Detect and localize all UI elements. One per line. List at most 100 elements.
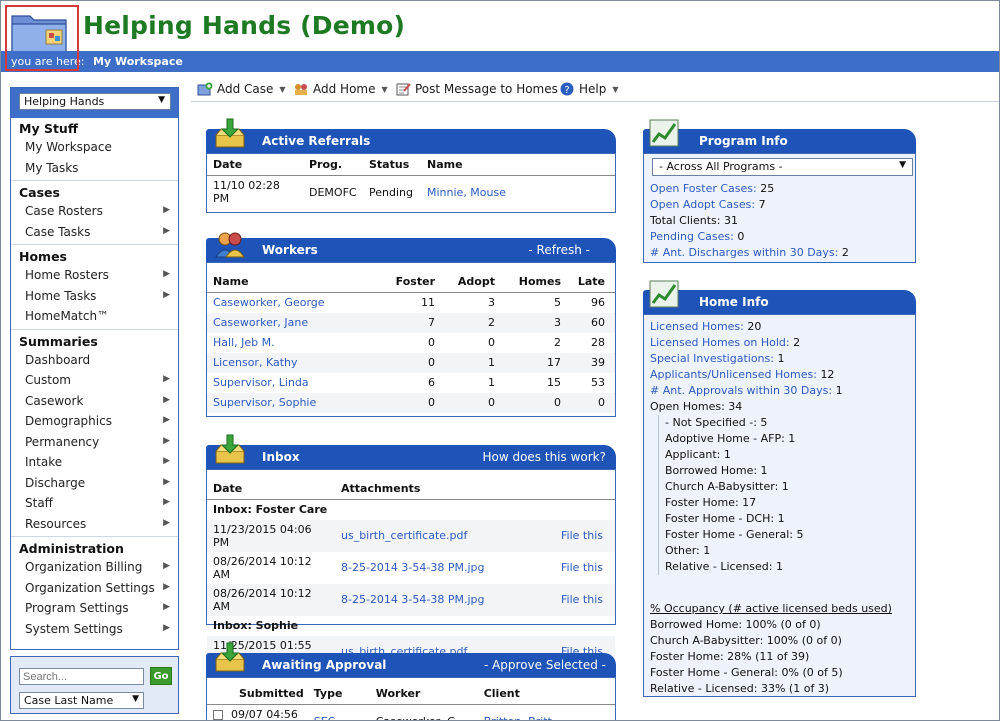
approve-selected-button[interactable]: - Approve Selected - [484,658,606,672]
referrals-title: Active Referrals [262,134,371,148]
occupancy-list: Borrowed Home: 100% (0 of 0) Church A-Bab… [644,617,915,697]
sidebar-item[interactable]: Discharge ▶ [11,474,178,495]
help-label: Help [579,82,607,96]
sidebar-item[interactable]: My Tasks [11,159,178,180]
worker-name-link[interactable]: Caseworker, George [207,293,379,313]
program-info-line: Total Clients: 31 [644,213,855,229]
chevron-right-icon: ▶ [163,374,170,384]
sidebar-item-label: Discharge [25,475,86,490]
worker-late-count: 96 [591,296,605,310]
file-this-link[interactable]: File this [555,519,615,552]
sidebar-item[interactable]: Organization Billing ▶ [11,558,178,579]
workers-title: Workers [262,243,318,257]
worker-name-link[interactable]: Supervisor, Sophie [207,392,379,413]
column-header: Submitted [207,678,308,705]
chevron-right-icon: ▶ [163,456,170,466]
program-info-label: Pending Cases: [650,230,734,243]
program-info-line[interactable]: # Ant. Discharges within 30 Days: 2 [644,245,855,261]
search-type-select[interactable]: Case Last Name ▼ [19,692,144,709]
worker-name-link[interactable]: Caseworker, Jane [207,312,379,333]
sidebar-item-label: Case Tasks [25,224,91,239]
sidebar-item[interactable]: Case Rosters ▶ [11,202,178,223]
sidebar-item[interactable]: Home Tasks ▶ [11,287,178,308]
organization-select[interactable]: Helping Hands ▼ [19,93,171,110]
program-info-line[interactable]: Open Foster Cases: 25 [644,181,855,197]
sidebar-item[interactable]: Case Tasks ▶ [11,223,178,244]
table-row: Licensor, Kathy 0 1 17 39 [207,352,615,373]
attachment-link[interactable]: us_birth_certificate.pdf [335,519,555,552]
chevron-right-icon: ▶ [163,602,170,612]
table-row: Caseworker, Jane 7 2 3 60 [207,312,615,333]
approval-type-link[interactable]: SEC [308,705,370,721]
nav-section-heading: Homes [19,249,67,264]
logo-highlight[interactable] [5,5,79,71]
sidebar-item[interactable]: Custom ▶ [11,371,178,392]
search-input[interactable] [19,668,144,685]
file-this-link[interactable]: File this [555,552,615,584]
worker-name-link[interactable]: Supervisor, Linda [207,373,379,393]
approval-table: Submitted Type Worker Client 09/07 04:56… [207,678,615,721]
sidebar-item-label: My Tasks [25,160,79,175]
select-checkbox[interactable] [213,710,223,720]
worker-name-link[interactable]: Licensor, Kathy [207,352,379,373]
attachment-link[interactable]: 8-25-2014 3-54-38 PM.jpg [335,552,555,584]
open-home-type: Church A-Babysitter: 1 [665,480,789,493]
home-info-line[interactable]: Applicants/Unlicensed Homes: 12 [644,367,915,383]
sidebar-item[interactable]: System Settings ▶ [11,620,178,641]
program-info-line[interactable]: Pending Cases: 0 [644,229,855,245]
worker-adopt-count: 0 [439,392,499,413]
referral-program: DEMOFC [309,185,357,199]
sidebar-item[interactable]: Home Rosters ▶ [11,266,178,287]
nav-section-heading: Summaries [19,333,98,349]
breadcrumb: you are here: My Workspace [1,51,999,72]
nav-section-heading: My Stuff [19,121,78,136]
nav-divider [11,180,178,181]
table-row: 09/07 04:56 PM SEC Caseworker, G Britton… [207,705,615,721]
table-row: 08/26/2014 10:12 AM 8-25-2014 3-54-38 PM.… [207,583,615,616]
occupancy-line: Church A-Babysitter: 100% (0 of 0) [650,634,842,647]
sidebar-item[interactable]: Permanency ▶ [11,433,178,454]
sidebar-item[interactable]: Program Settings ▶ [11,599,178,620]
attachment-link[interactable]: 8-25-2014 3-54-38 PM.jpg [335,583,555,616]
sidebar-item[interactable]: Resources ▶ [11,515,178,536]
add-case-button[interactable]: Add Case ▼ [197,82,286,96]
go-button[interactable]: Go [150,667,172,685]
workers-refresh-button[interactable]: - Refresh - [528,243,590,257]
home-info-line[interactable]: # Ant. Approvals within 30 Days: 1 [644,383,915,399]
worker-name-link[interactable]: Hall, Jeb M. [207,333,379,353]
help-button[interactable]: ? Help ▼ [559,82,619,96]
sidebar-item[interactable]: Intake ▶ [11,453,178,474]
breadcrumb-current[interactable]: My Workspace [93,55,183,68]
program-info-line[interactable]: Open Adopt Cases: 7 [644,197,855,213]
sidebar-item[interactable]: Staff ▶ [11,494,178,515]
program-select[interactable]: - Across All Programs - ▼ [652,158,913,176]
referral-name-link[interactable]: Minnie, Mouse [421,176,615,209]
add-home-button[interactable]: Add Home ▼ [293,82,388,96]
program-info-panel: - Across All Programs - ▼ Open Foster Ca… [643,153,916,263]
home-info-line[interactable]: Licensed Homes on Hold: 2 [644,335,915,351]
sidebar-item[interactable]: Casework ▶ [11,392,178,413]
approval-panel-header: Awaiting Approval - Approve Selected - [206,653,616,677]
chevron-down-icon: ▼ [381,84,388,94]
home-info-line[interactable]: Licensed Homes: 20 [644,319,915,335]
sidebar-item[interactable]: Demographics ▶ [11,412,178,433]
post-message-button[interactable]: Post Message to Homes [395,82,558,96]
inbox-help-link[interactable]: How does this work? [482,450,606,464]
home-info-line[interactable]: Special Investigations: 1 [644,351,915,367]
sidebar-item[interactable]: Organization Settings ▶ [11,579,178,600]
approval-client-link[interactable]: Britton, Britt [478,705,615,721]
worker-late-count: 60 [565,312,615,333]
sidebar-item[interactable]: My Workspace [11,138,178,159]
sidebar-item[interactable]: HomeMatch™ [11,307,178,328]
worker-adopt-count: 1 [488,376,495,389]
organization-select-value: Helping Hands [24,95,105,108]
column-header: Date [207,154,303,176]
sidebar-item[interactable]: Dashboard [11,351,178,372]
table-row: Caseworker, George 11 3 5 96 [207,293,615,313]
program-info-label: Total Clients: [650,214,721,227]
referral-date: 11/10 02:28 PM [213,179,280,205]
open-home-type: Foster Home: 17 [665,496,757,509]
file-this-link[interactable]: File this [555,583,615,616]
help-icon: ? [560,82,574,96]
sidebar-item-label: Case Rosters [25,204,103,218]
